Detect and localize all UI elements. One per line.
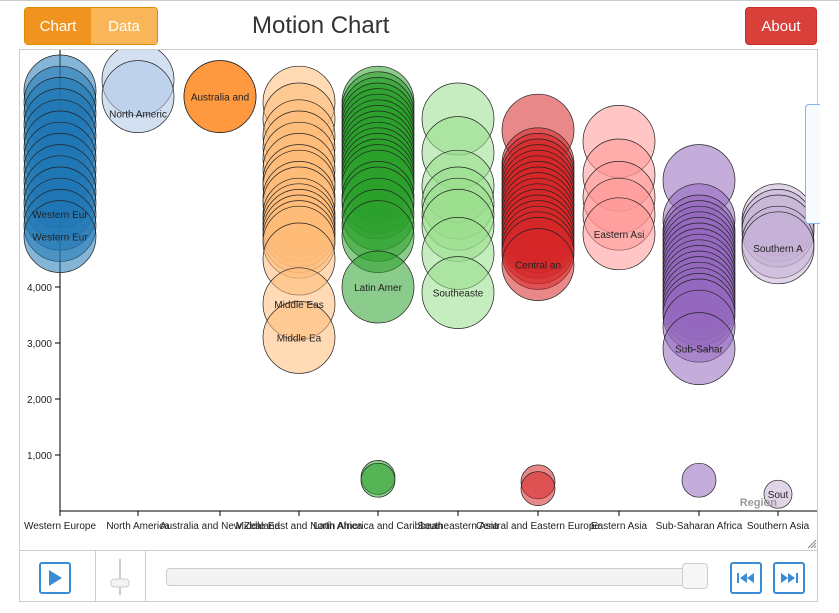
data-bubble xyxy=(520,471,556,506)
x-axis-label: Region xyxy=(740,497,778,509)
skip-forward-button[interactable] xyxy=(773,562,805,594)
speed-slider-icon xyxy=(110,559,130,595)
timeline-track[interactable] xyxy=(166,568,708,586)
timeline-thumb[interactable] xyxy=(682,563,708,589)
bubble-label: Western Eur xyxy=(32,210,88,221)
motion-chart[interactable]: 1,000 2,000 3,000 4,000 Western Eur Western E… xyxy=(20,50,817,550)
resize-grip-icon xyxy=(807,539,817,549)
data-bubble xyxy=(101,60,175,133)
view-tabs: Chart Data xyxy=(24,7,158,45)
bubble-label: Middle Ea xyxy=(277,333,322,344)
playback-controls xyxy=(20,550,817,602)
tab-chart[interactable]: Chart xyxy=(25,8,91,44)
x-tick-label: Eastern Asia xyxy=(591,521,648,532)
speed-slider[interactable] xyxy=(108,557,132,597)
page-title: Motion Chart xyxy=(252,12,390,39)
play-button[interactable] xyxy=(39,562,71,594)
skip-forward-icon xyxy=(781,573,798,583)
y-tick-label: 2,000 xyxy=(27,395,52,406)
x-tick-label: Southern Asia xyxy=(747,521,810,532)
top-border xyxy=(0,0,839,1)
settings-panel-handle[interactable] xyxy=(805,104,820,224)
bubble-label: Sub-Sahar xyxy=(675,345,723,356)
skip-back-icon xyxy=(737,573,754,583)
play-icon xyxy=(49,570,62,586)
data-bubble xyxy=(681,462,717,498)
bubble-label: Latin Amer xyxy=(354,283,402,294)
about-button[interactable]: About xyxy=(745,7,817,45)
chart-svg[interactable]: 1,000 2,000 3,000 4,000 Western Eur Western E… xyxy=(20,50,817,550)
x-tick-label: Central and Eastern Europe xyxy=(476,521,600,532)
y-tick-label: 3,000 xyxy=(27,339,52,350)
x-tick-label: Sub-Saharan Africa xyxy=(656,521,743,532)
data-bubble xyxy=(360,462,396,498)
tab-data[interactable]: Data xyxy=(91,8,157,44)
bubble-label: Middle Eas xyxy=(274,300,323,311)
bubble-label: Central an xyxy=(515,261,561,272)
x-tick-label: Western Europe xyxy=(24,521,97,532)
bubble-label: North Americ xyxy=(109,109,167,120)
y-tick-label: 1,000 xyxy=(27,451,52,462)
bubble-label: Australia and xyxy=(191,93,249,104)
bubble-label: Southeaste xyxy=(433,289,484,300)
skip-back-button[interactable] xyxy=(730,562,762,594)
y-tick-label: 4,000 xyxy=(27,283,52,294)
separator xyxy=(145,551,146,602)
separator xyxy=(95,551,96,602)
bubble-label: Eastern Asi xyxy=(594,230,645,241)
bubble-label: Southern A xyxy=(753,244,803,255)
bubble-label: Western Eur xyxy=(32,233,88,244)
